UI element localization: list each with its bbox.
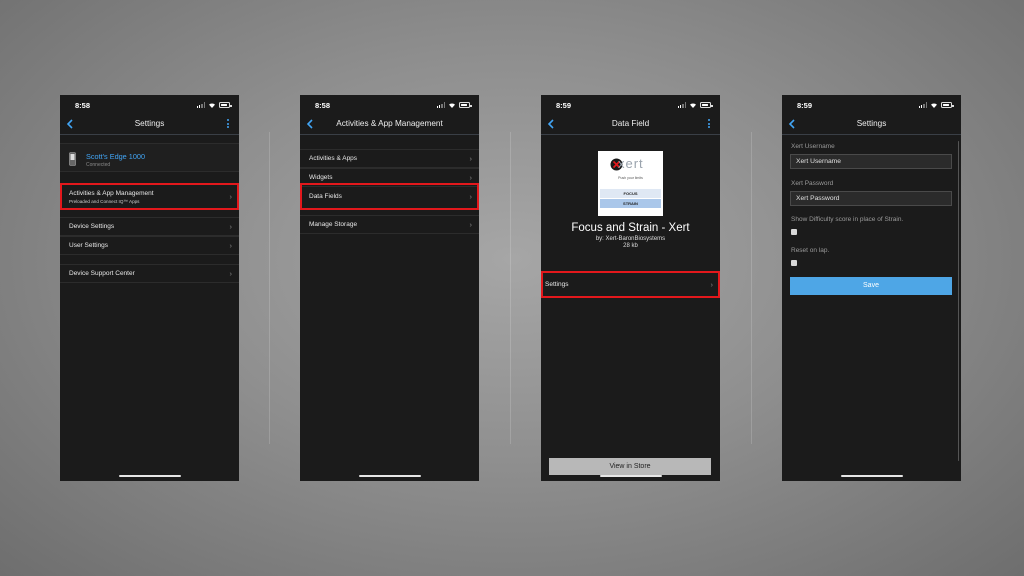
- status-time: 8:59: [797, 101, 813, 110]
- device-support-center-row[interactable]: Device Support Center ›: [60, 264, 239, 283]
- password-label: Xert Password: [791, 180, 834, 187]
- app-developer: by: Xert-BaronBiosystems: [595, 236, 666, 242]
- back-arrow-icon[interactable]: [544, 116, 558, 132]
- chevron-right-icon: ›: [469, 173, 473, 182]
- row-label: Activities & Apps: [309, 155, 358, 162]
- page-title: Activities & App Management: [336, 119, 443, 128]
- user-settings-row[interactable]: User Settings ›: [60, 236, 239, 255]
- home-indicator[interactable]: [599, 474, 662, 477]
- battery-icon: [459, 102, 472, 108]
- row-label: User Settings: [69, 242, 109, 249]
- device-settings-row[interactable]: Device Settings ›: [60, 217, 239, 236]
- strain-badge: STRAIN: [600, 199, 661, 208]
- row-label: Device Support Center: [69, 270, 135, 277]
- more-menu-icon[interactable]: [708, 119, 711, 129]
- row-sublabel: Preloaded and Connect IQ™ Apps: [69, 199, 140, 204]
- difficulty-checkbox-label: Show Difficulty score in place of Strain…: [791, 216, 904, 223]
- page-title: Data Field: [611, 119, 650, 128]
- status-icons: [918, 101, 954, 109]
- chevron-right-icon: ›: [229, 222, 233, 231]
- divider: [751, 132, 752, 444]
- signal-icon: [918, 102, 927, 108]
- save-button[interactable]: Save: [790, 277, 952, 295]
- status-bar: 8:58: [300, 95, 479, 115]
- home-indicator[interactable]: [118, 474, 181, 477]
- scrollbar[interactable]: [957, 141, 959, 461]
- wifi-icon: [449, 103, 455, 108]
- status-icons: [677, 101, 713, 109]
- app-name: Focus and Strain - Xert: [571, 222, 690, 234]
- status-time: 8:58: [75, 101, 91, 110]
- app-settings-row[interactable]: Settings ›: [541, 271, 720, 298]
- row-label: Data Fields: [309, 193, 342, 200]
- row-label: Activities & App Management: [69, 190, 154, 197]
- row-label: Widgets: [309, 174, 333, 181]
- home-indicator[interactable]: [358, 474, 421, 477]
- wifi-icon: [209, 103, 215, 108]
- logo-tagline: Push your limits: [618, 176, 643, 180]
- divider: [510, 132, 511, 444]
- status-icons: [196, 101, 232, 109]
- back-arrow-icon[interactable]: [785, 116, 799, 132]
- app-logo: xert Push your limits FOCUS STRAIN: [598, 151, 663, 216]
- manage-storage-row[interactable]: Manage Storage ›: [300, 215, 479, 234]
- chevron-right-icon: ›: [469, 154, 473, 163]
- phone-screen-settings: 8:58 Settings Scott's Edge 1000 Connecte…: [60, 95, 239, 481]
- username-input[interactable]: Xert Username: [790, 154, 952, 169]
- view-in-store-button[interactable]: View in Store: [549, 458, 711, 475]
- nav-bar: Settings: [60, 115, 239, 135]
- chevron-right-icon: ›: [710, 280, 714, 289]
- device-icon: [69, 152, 76, 166]
- row-label: Manage Storage: [309, 221, 358, 228]
- device-row[interactable]: Scott's Edge 1000 Connected: [60, 143, 239, 172]
- signal-icon: [677, 102, 686, 108]
- password-input[interactable]: Xert Password: [790, 191, 952, 206]
- status-bar: 8:58: [60, 95, 239, 115]
- wifi-icon: [690, 103, 696, 108]
- nav-bar: Data Field: [541, 115, 720, 135]
- difficulty-checkbox[interactable]: [791, 229, 797, 235]
- username-label: Xert Username: [791, 143, 835, 150]
- focus-badge: FOCUS: [600, 189, 661, 198]
- status-bar: 8:59: [541, 95, 720, 115]
- battery-icon: [700, 102, 713, 108]
- reset-lap-checkbox[interactable]: [791, 260, 797, 266]
- nav-bar: Settings: [782, 115, 961, 135]
- device-status: Connected: [86, 162, 111, 168]
- chevron-right-icon: ›: [229, 192, 233, 201]
- logo-wordmark: xert: [618, 156, 644, 171]
- status-time: 8:58: [315, 101, 331, 110]
- divider: [269, 132, 270, 444]
- activities-apps-row[interactable]: Activities & Apps ›: [300, 149, 479, 168]
- battery-icon: [219, 102, 232, 108]
- page-title: Settings: [134, 119, 165, 128]
- reset-lap-checkbox-label: Reset on lap.: [791, 247, 830, 254]
- phone-screen-activities-app-management: 8:58 Activities & App Management Activit…: [300, 95, 479, 481]
- back-arrow-icon[interactable]: [63, 116, 77, 132]
- status-time: 8:59: [556, 101, 572, 110]
- chevron-right-icon: ›: [229, 241, 233, 250]
- more-menu-icon[interactable]: [227, 119, 230, 129]
- chevron-right-icon: ›: [469, 192, 473, 201]
- nav-bar: Activities & App Management: [300, 115, 479, 135]
- phone-screen-data-field: 8:59 Data Field xert Push your limits FO…: [541, 95, 720, 481]
- status-icons: [436, 101, 472, 109]
- row-label: Device Settings: [69, 223, 115, 230]
- battery-icon: [941, 102, 954, 108]
- wifi-icon: [931, 103, 937, 108]
- phone-screen-app-settings: 8:59 Settings Xert Username Xert Usernam…: [782, 95, 961, 481]
- activities-app-management-row[interactable]: Activities & App Management Preloaded an…: [60, 183, 239, 210]
- row-label: Settings: [545, 281, 569, 288]
- chevron-right-icon: ›: [469, 220, 473, 229]
- status-bar: 8:59: [782, 95, 961, 115]
- device-name: Scott's Edge 1000: [86, 152, 145, 161]
- back-arrow-icon[interactable]: [303, 116, 317, 132]
- page-title: Settings: [856, 119, 887, 128]
- app-size: 28 kb: [623, 243, 638, 249]
- signal-icon: [436, 102, 445, 108]
- home-indicator[interactable]: [840, 474, 903, 477]
- data-fields-row[interactable]: Data Fields ›: [300, 183, 479, 210]
- signal-icon: [196, 102, 205, 108]
- chevron-right-icon: ›: [229, 269, 233, 278]
